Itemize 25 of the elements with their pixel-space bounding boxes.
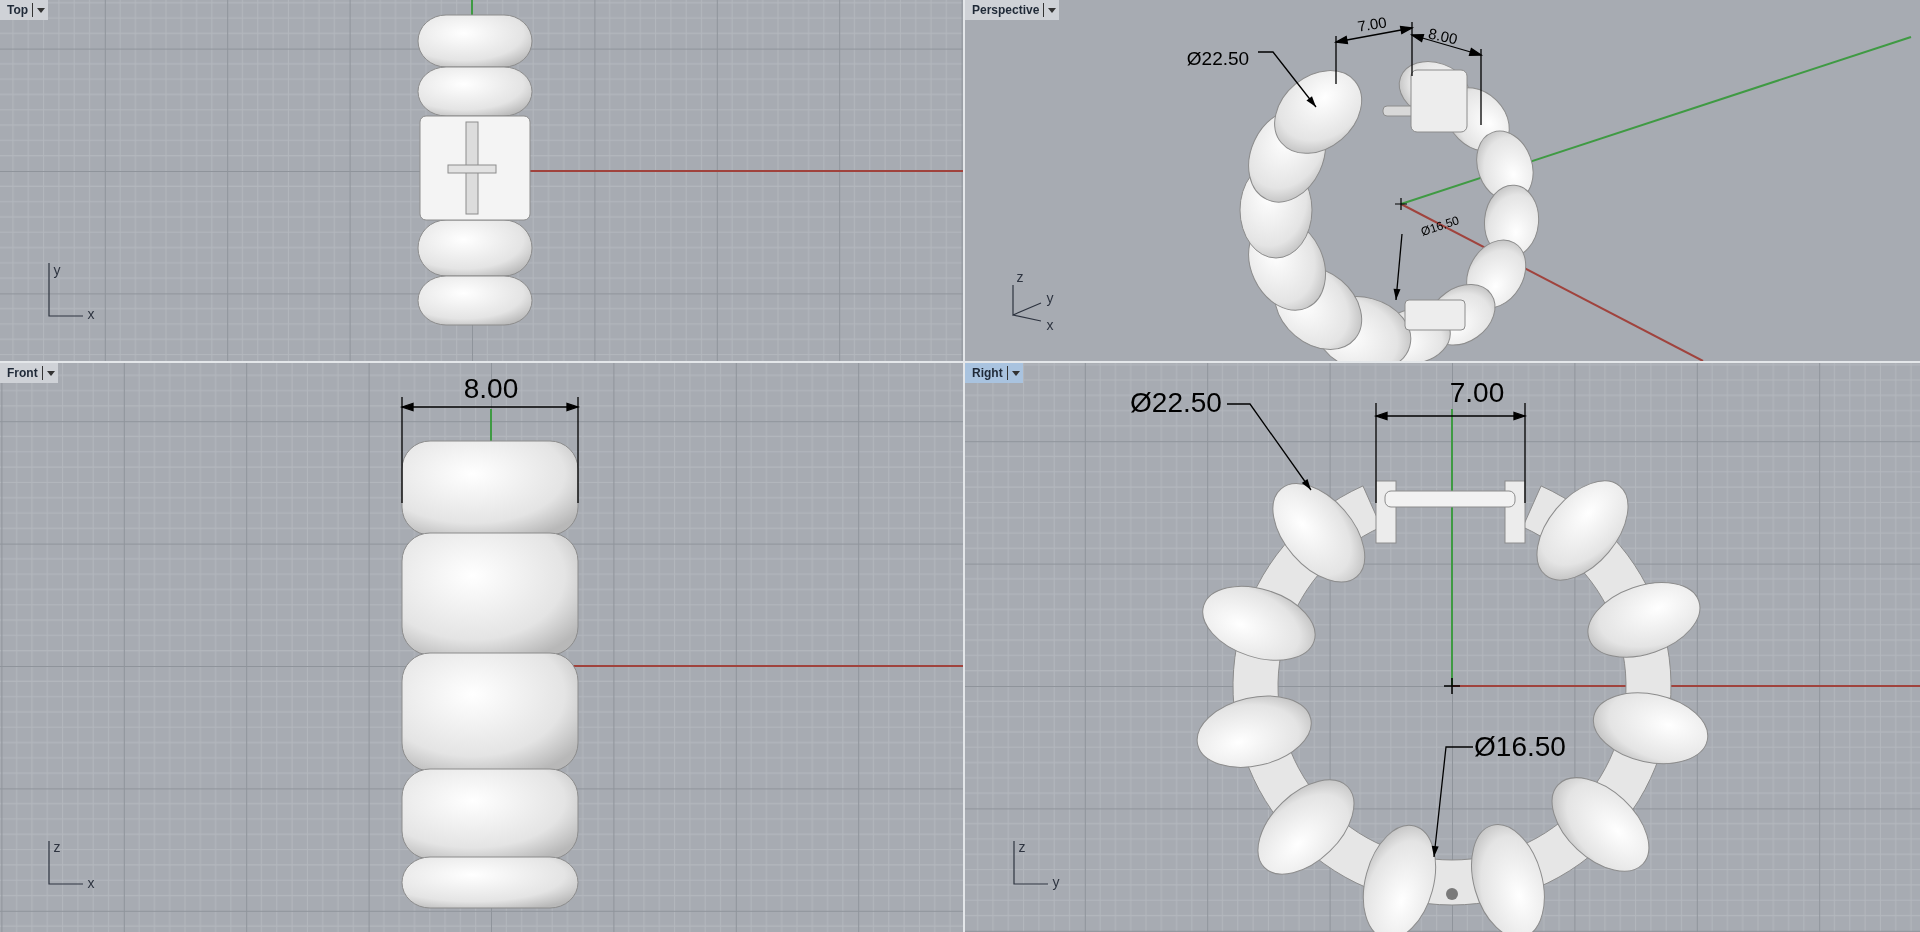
axis-label: x [87,307,95,321]
viewport[interactable]: z y Ø22.50 7.00 Ø16.50 Right [965,363,1920,932]
dimension-label: Ø22.50 [1130,389,1222,417]
axis-label: y [1046,291,1054,305]
viewport[interactable]: z x 8.00 Front [0,363,963,932]
axis-label: z [1018,840,1026,854]
dimension-label: Ø16.50 [1474,733,1566,761]
viewport-tab[interactable]: Right [965,363,1023,383]
viewport[interactable]: y x Top [0,0,963,361]
viewport-tab[interactable]: Top [0,0,49,20]
viewport[interactable]: z y x Ø22.50 7.00 8.00 Ø16.50 Perspective [965,0,1920,361]
axis-label: y [1052,875,1060,889]
viewport-tab[interactable]: Front [0,363,58,383]
axis-label: z [53,840,61,854]
axis-label: z [1016,270,1024,284]
axis-label: x [1046,318,1054,332]
dimension-label: 8.00 [1427,25,1459,47]
dimension-label: 8.00 [463,375,519,403]
axis-label: x [87,876,95,890]
dimension-label: Ø16.50 [1419,214,1461,238]
dimension-label: 7.00 [1449,379,1505,407]
axis-label: y [53,263,61,277]
viewport-tab[interactable]: Perspective [965,0,1060,20]
dimension-label: 7.00 [1356,14,1388,34]
dimension-label: Ø22.50 [1186,48,1250,68]
